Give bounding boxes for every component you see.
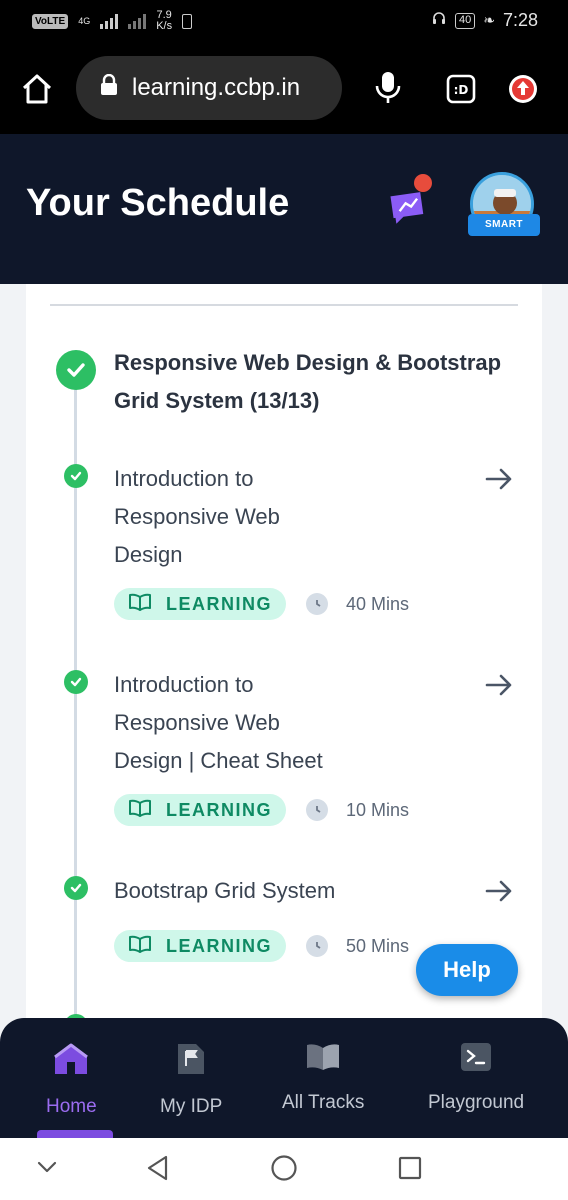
tag-label: LEARNING [166, 935, 272, 956]
clock-icon [306, 935, 328, 957]
nav-item-all-tracks[interactable]: All Tracks [282, 1042, 364, 1114]
home-icon[interactable] [20, 72, 54, 106]
nav-item-playground[interactable]: Playground [428, 1042, 524, 1114]
item-title-line: Introduction to [114, 466, 254, 491]
item-title[interactable]: Introduction to Responsive Web Design | … [114, 666, 394, 780]
battery-saver-icon [182, 13, 193, 29]
url-bar[interactable]: learning.ccbp.in [76, 56, 342, 120]
help-button[interactable]: Help [416, 944, 518, 996]
active-nav-indicator [37, 1130, 113, 1138]
app-header: Your Schedule SMART [0, 134, 568, 284]
volte-indicator: VoLTE [32, 13, 69, 29]
item-title-line: Design [114, 542, 183, 567]
complete-check-icon [64, 464, 88, 488]
learning-tag: LEARNING [114, 930, 286, 962]
smart-badge: SMART [468, 214, 540, 236]
clock-icon [306, 593, 328, 615]
notification-dot [414, 174, 432, 192]
item-title[interactable]: Bootstrap Grid System [114, 872, 434, 910]
divider [50, 304, 518, 306]
back-icon[interactable] [144, 1154, 172, 1187]
page-title: Your Schedule [26, 182, 290, 224]
tag-label: LEARNING [166, 593, 272, 614]
flag-document-icon [176, 1042, 206, 1082]
home-icon [52, 1042, 90, 1082]
chevron-down-icon[interactable] [34, 1154, 60, 1185]
tag-label: LEARNING [166, 799, 272, 820]
item-duration: 50 Mins [346, 936, 410, 956]
url-text: learning.ccbp.in [132, 74, 301, 101]
bottom-navigation: Home My IDP All Tracks Playground [0, 1018, 568, 1138]
system-navigation-bar [0, 1138, 568, 1200]
tab-switcher-icon[interactable]: :D [446, 74, 476, 104]
learning-tag: LEARNING [114, 588, 286, 620]
clock-icon [306, 799, 328, 821]
item-title-line: Design | Cheat Sheet [114, 748, 323, 773]
section-title[interactable]: Responsive Web Design & Bootstrap Grid S… [114, 344, 514, 420]
mic-icon[interactable] [374, 70, 402, 106]
browser-toolbar: learning.ccbp.in :D [0, 44, 568, 134]
open-book-icon [305, 1042, 341, 1078]
speed-unit: K/s [156, 20, 173, 32]
nav-item-home[interactable]: Home [46, 1042, 97, 1118]
arrow-right-icon[interactable] [484, 464, 514, 499]
schedule-card: Responsive Web Design & Bootstrap Grid S… [26, 284, 542, 1052]
arrow-right-icon[interactable] [484, 876, 514, 911]
section-complete-check-icon [56, 350, 96, 390]
item-duration: 40 Mins [346, 594, 410, 614]
terminal-icon [460, 1042, 492, 1078]
chat-notification-icon[interactable] [388, 174, 436, 231]
status-bar: VoLTE 4G 7.9 K/s 40 ❧ 7:28 [0, 0, 568, 44]
item-title-line: Responsive Web [114, 504, 280, 529]
complete-check-icon [64, 876, 88, 900]
svg-text::D: :D [454, 83, 469, 97]
item-title-line: Introduction to [114, 672, 254, 697]
home-circle-icon[interactable] [270, 1154, 298, 1187]
item-title-line: Bootstrap Grid System [114, 878, 336, 903]
arrow-right-icon[interactable] [484, 670, 514, 705]
nav-label: Playground [428, 1092, 525, 1113]
signal-icon [100, 13, 119, 29]
item-duration: 10 Mins [346, 800, 410, 820]
book-icon [128, 593, 152, 616]
item-title[interactable]: Introduction to Responsive Web Design [114, 460, 364, 574]
nav-label: My IDP [160, 1096, 223, 1117]
leaf-icon: ❧ [483, 12, 495, 28]
update-icon[interactable] [508, 74, 538, 104]
nav-label: Home [46, 1096, 97, 1117]
nav-label: All Tracks [282, 1092, 365, 1113]
network-speed: 7.9 K/s [156, 10, 172, 32]
lock-icon [100, 73, 118, 103]
nav-item-my-idp[interactable]: My IDP [160, 1042, 222, 1118]
item-title-line: Responsive Web [114, 710, 280, 735]
signal-2-icon [128, 13, 147, 29]
network-type: 4G [78, 16, 91, 26]
book-icon [128, 799, 152, 822]
learning-tag: LEARNING [114, 794, 286, 826]
battery-level: 40 [454, 12, 476, 29]
recents-icon[interactable] [396, 1154, 424, 1187]
complete-check-icon [64, 670, 88, 694]
headphones-icon [431, 10, 447, 31]
clock-time: 7:28 [502, 10, 538, 30]
book-icon [128, 935, 152, 958]
